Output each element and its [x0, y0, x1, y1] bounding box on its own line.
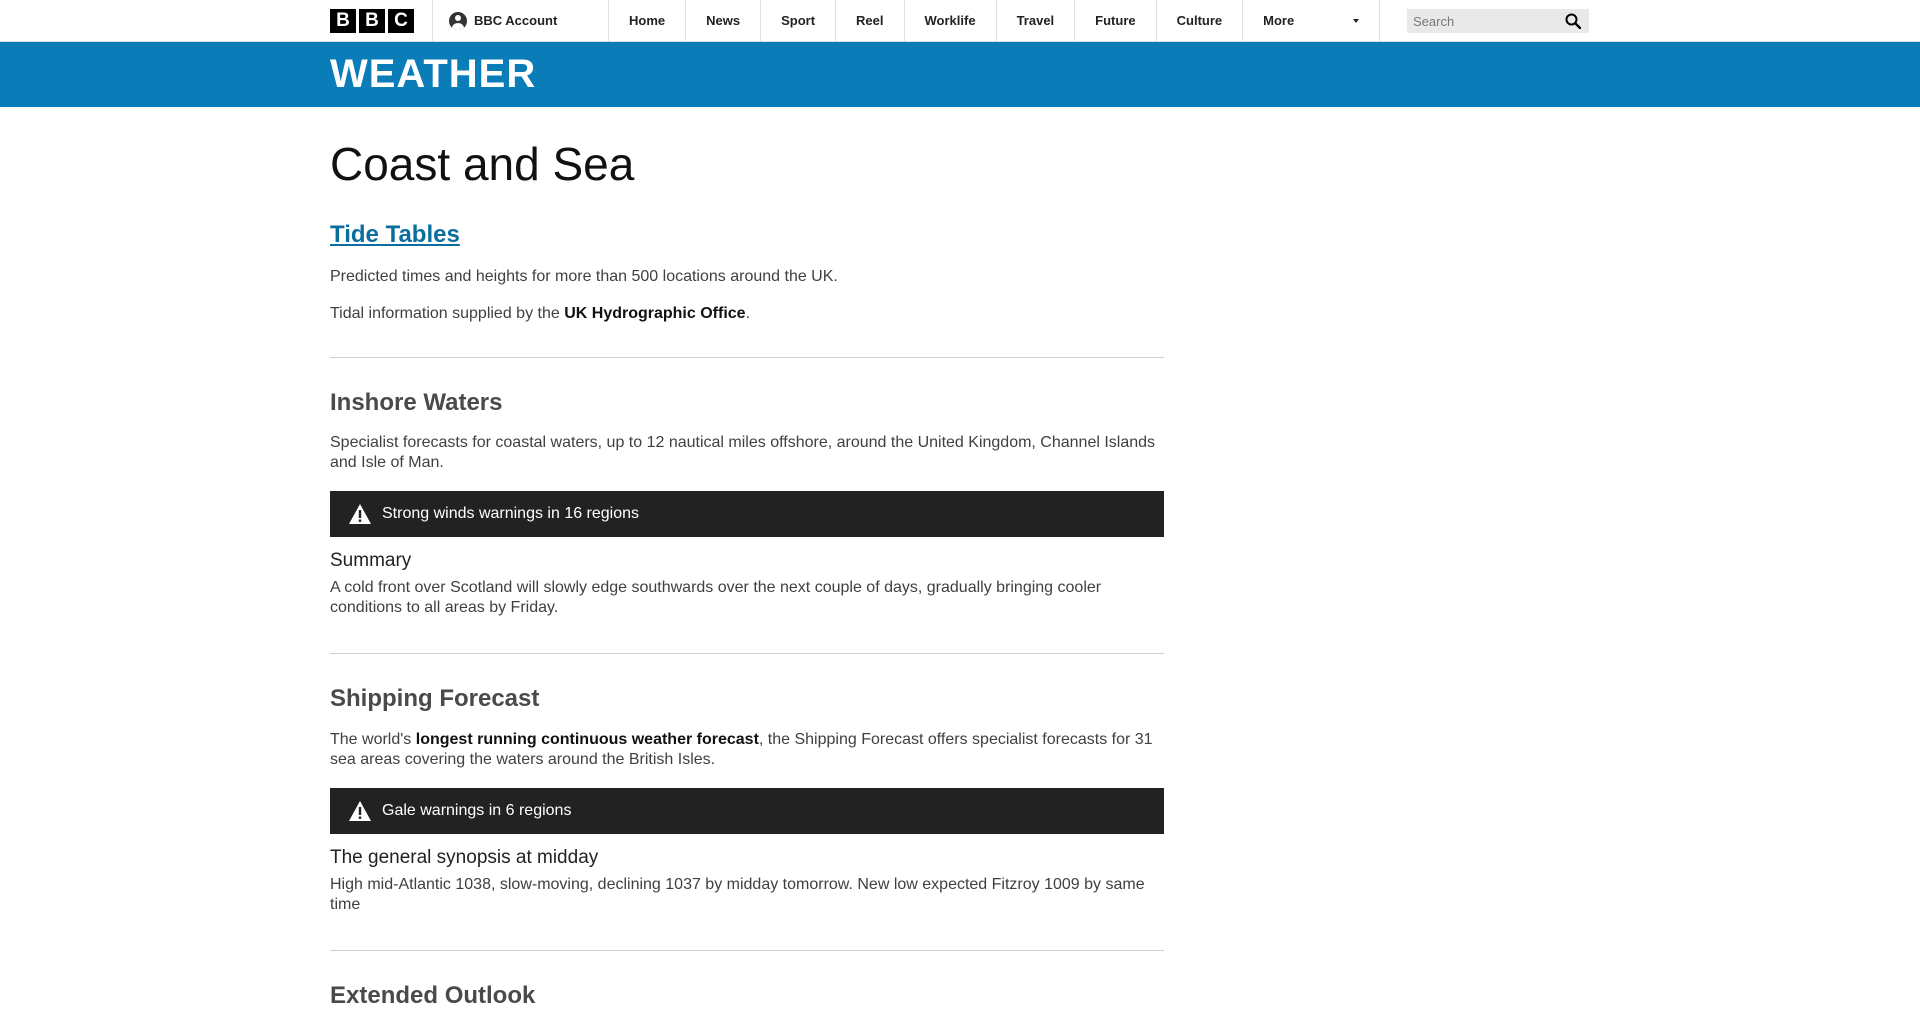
search-icon[interactable]: [1565, 13, 1581, 29]
shipping-synopsis-block: High mid-Atlantic 1038, slow-moving, dec…: [330, 875, 1164, 915]
shipping-forecast-section: Shipping Forecast: [330, 685, 1164, 713]
inshore-warning-banner[interactable]: Strong winds warnings in 16 regions: [330, 491, 1164, 537]
account-label: BBC Account: [474, 13, 558, 28]
logo-letter: C: [388, 9, 414, 33]
nav-more-label: More: [1263, 13, 1295, 28]
inshore-summary-label: Summary: [330, 550, 412, 571]
shipping-desc-prefix: The world's: [330, 731, 416, 748]
nav-item-future[interactable]: Future: [1074, 0, 1155, 41]
tide-tables-link[interactable]: Tide Tables: [330, 221, 1164, 249]
tide-supplier-suffix: .: [745, 305, 751, 322]
shipping-synopsis-heading-block: The general synopsis at midday: [330, 847, 1164, 869]
inshore-waters-heading: Inshore Waters: [330, 389, 503, 416]
inshore-summary-heading-block: Summary: [330, 550, 1164, 572]
tide-tables-section: Tide Tables: [330, 221, 1164, 249]
bbc-account-link[interactable]: BBC Account: [432, 0, 609, 41]
tide-description: Predicted times and heights for more tha…: [330, 268, 838, 285]
account-icon: [449, 11, 467, 30]
shipping-warning-banner[interactable]: Gale warnings in 6 regions: [330, 788, 1164, 834]
inshore-desc-block: Specialist forecasts for coastal waters,…: [330, 433, 1164, 473]
weather-banner: WEATHER: [0, 42, 1920, 107]
tide-supplier-prefix: Tidal information supplied by the: [330, 305, 565, 322]
search-box: [1407, 9, 1589, 33]
inshore-warning-text: Strong winds warnings in 16 regions: [382, 505, 640, 522]
nav-item-worklife[interactable]: Worklife: [903, 0, 996, 41]
warning-icon: [349, 801, 371, 821]
warning-icon: [349, 504, 371, 524]
nav-item-culture[interactable]: Culture: [1155, 0, 1243, 41]
search-input[interactable]: [1407, 9, 1569, 33]
page: B B C BBC Account Home News Sport Reel W…: [0, 0, 1920, 1009]
section-divider: [330, 653, 1164, 654]
inshore-description: Specialist forecasts for coastal waters,…: [330, 434, 1156, 471]
logo-letter: B: [359, 9, 385, 33]
tide-supplier-block: Tidal information supplied by the UK Hyd…: [330, 304, 1164, 324]
inshore-summary-text: A cold front over Scotland will slowly e…: [330, 579, 1102, 616]
shipping-desc-block: The world's longest running continuous w…: [330, 730, 1164, 770]
inshore-summary-block: A cold front over Scotland will slowly e…: [330, 578, 1164, 618]
logo-letter: B: [330, 9, 356, 33]
shipping-description: The world's longest running continuous w…: [330, 730, 1164, 770]
shipping-forecast-heading: Shipping Forecast: [330, 685, 540, 712]
shipping-warning-text: Gale warnings in 6 regions: [382, 802, 572, 819]
chevron-down-icon: [1353, 18, 1360, 23]
shipping-synopsis-text: High mid-Atlantic 1038, slow-moving, dec…: [330, 876, 1145, 913]
global-nav: B B C BBC Account Home News Sport Reel W…: [0, 0, 1920, 42]
shipping-synopsis-label: The general synopsis at midday: [330, 847, 599, 868]
nav-item-reel[interactable]: Reel: [835, 0, 903, 41]
extended-outlook-heading: Extended Outlook: [330, 982, 536, 1009]
tide-supplier-text: Tidal information supplied by the UK Hyd…: [330, 304, 1164, 324]
nav-more-menu[interactable]: More: [1242, 0, 1381, 41]
bbc-logo[interactable]: B B C: [330, 9, 414, 33]
section-divider: [330, 357, 1164, 358]
nav-item-news[interactable]: News: [685, 0, 760, 41]
nav-item-travel[interactable]: Travel: [995, 0, 1075, 41]
weather-title-link[interactable]: WEATHER: [330, 52, 536, 97]
nav-item-home[interactable]: Home: [608, 0, 685, 41]
shipping-warning-block: Gale warnings in 6 regions: [330, 788, 1164, 834]
tide-desc-block: Predicted times and heights for more tha…: [330, 267, 1164, 287]
nav-item-sport[interactable]: Sport: [760, 0, 835, 41]
tide-supplier-name: UK Hydrographic Office: [564, 305, 746, 322]
nav-links: Home News Sport Reel Worklife Travel Fut…: [608, 0, 1381, 41]
extended-outlook-section: Extended Outlook: [330, 982, 1164, 1010]
inshore-waters-section: Inshore Waters: [330, 389, 1164, 417]
section-divider: [330, 950, 1164, 951]
page-title: Coast and Sea: [330, 138, 635, 190]
shipping-desc-bold: longest running continuous weather forec…: [415, 731, 759, 748]
inshore-warning-block: Strong winds warnings in 16 regions: [330, 491, 1164, 537]
